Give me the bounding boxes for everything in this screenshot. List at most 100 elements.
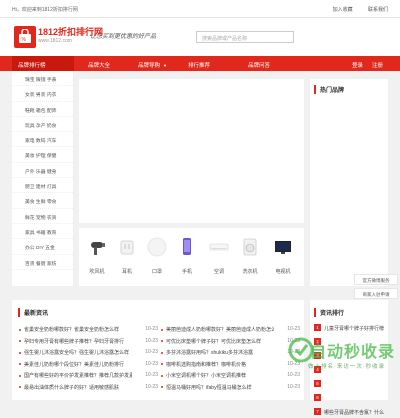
news-item[interactable]: 美丽芭迪成人奶粉哪款好？美丽芭迪成人奶粉怎么样 10-23 (160, 324, 300, 336)
product-label: 耳机 (121, 269, 132, 275)
news-item[interactable]: 孕妇专用牙膏有哪些牌子推荐？孕妇牙膏排行 10-23 (18, 336, 158, 348)
merchant-apply-button[interactable]: 商家入驻申请 (354, 288, 398, 299)
category-sidebar: 珠宝 眼镜 手表 女装 男装 内衣 鞋靴 箱包 配饰 玩具 孕产 奶食 家电 数码 汽车… (12, 71, 74, 286)
product-item[interactable]: 空调 (204, 228, 234, 286)
sidebar-category-item[interactable]: 鲜花 宠物 农资 (12, 209, 73, 224)
news-item-title[interactable]: 强生婴儿沐浴露安全吗？强生婴儿沐浴露怎么样 (24, 349, 132, 356)
news-item-date: 10-23 (145, 383, 158, 390)
news-item[interactable]: 雀巢安全奶粉哪款好？雀巢安全奶粉怎么样 10-23 (18, 324, 158, 336)
sidebar-category-item[interactable]: 家电 数码 汽车 (12, 132, 73, 148)
product-label: 电视机 (275, 269, 291, 275)
news-item[interactable]: 最易出油体质什么牌子的好？适用敏感肌肤 10-23 (18, 382, 158, 394)
air-conditioner-icon (209, 243, 229, 251)
rank-item[interactable]: 6 (310, 390, 388, 404)
nav-item-guide-label: 品牌导购 (138, 63, 161, 69)
product-item[interactable]: 手机 (172, 228, 202, 286)
sidebar-category-item[interactable]: 玩具 孕产 奶食 (12, 117, 73, 133)
news-item-title[interactable]: 咖啡机选购指南和推荐？咖啡机价格 (166, 361, 274, 368)
nav-category-button[interactable]: 品牌排行榜 (12, 56, 74, 71)
sidebar-category-item[interactable]: 家具 书籍 教育 (12, 224, 73, 240)
sidebar-category-item[interactable]: 珠宝 眼镜 手表 (12, 71, 73, 87)
news-item[interactable]: 小米空调机哪个好？小米空调机推荐 10-23 (160, 370, 300, 382)
sidebar-category-item[interactable]: 鞋靴 箱包 配饰 (12, 102, 73, 117)
login-link[interactable]: 登录 (352, 61, 363, 69)
chevron-down-icon: ▼ (163, 63, 167, 68)
sidebar-category-item[interactable]: 厨卫 建材 灯具 (12, 178, 73, 194)
rank-item[interactable]: 7 哪些牙膏品牌不含氟？什么 (310, 404, 388, 418)
news-item-title[interactable]: 小米空调机哪个好？小米空调机推荐 (166, 372, 274, 379)
register-link[interactable]: 注册 (372, 61, 383, 69)
rank-item-title[interactable]: 哪些牙膏品牌不含氟？什么 (324, 409, 384, 416)
product-label: 口罩 (151, 269, 162, 275)
washing-machine-icon (243, 238, 257, 256)
search-placeholder: 搜索品牌或产品名称 (202, 36, 248, 42)
news-item-date: 10-23 (145, 337, 158, 344)
product-label: 洗衣机 (242, 269, 258, 275)
news-item-title[interactable]: 美素佳儿奶粉哪个段位好？美素佳儿奶粉排行 (24, 361, 132, 368)
sidebar-category-item[interactable]: 美妆 护理 保健 (12, 147, 73, 163)
mask-icon (147, 237, 167, 257)
news-item[interactable]: 多芬沐浴露好用吗？shukiku多芬沐浴露 10-23 (160, 347, 300, 359)
nav-item-recommend[interactable]: 排行推荐 (188, 61, 210, 69)
product-item[interactable]: 电视机 (268, 228, 298, 286)
news-item-date: 10-23 (287, 383, 300, 390)
phone-icon (183, 238, 191, 255)
hair-dryer-icon (91, 242, 105, 255)
news-item[interactable]: 咖啡机选购指南和推荐？咖啡机价格 10-23 (160, 359, 300, 371)
news-item[interactable]: 国产有哪些好的平价护发素推荐？推荐几款护发素 10-23 (18, 370, 158, 382)
nav-category-label: 品牌排行榜 (18, 63, 46, 69)
news-item-title[interactable]: 雀巢安全奶粉哪款好？雀巢安全奶粉怎么样 (24, 326, 132, 333)
news-item-date: 10-23 (145, 349, 158, 355)
search-input[interactable]: 搜索品牌或产品名称 (196, 31, 294, 43)
news-item[interactable]: 恒温马桶好用吗？ifaby恒温马桶怎么样 10-23 (160, 382, 300, 394)
product-item[interactable]: 吹风机 (82, 228, 112, 286)
nav-item-qa[interactable]: 品牌问答 (248, 61, 270, 69)
product-label: 手机 (181, 269, 192, 275)
rank-number: 7 (314, 408, 321, 415)
top-links: 加入收藏 联系我们 (319, 6, 388, 13)
news-item-title[interactable]: 恒温马桶好用吗？ifaby恒温马桶怎么样 (166, 384, 274, 391)
sidebar-category-item[interactable]: 百货 餐厨 家纺 (12, 255, 73, 270)
news-item[interactable]: 强生婴儿沐浴露安全吗？强生婴儿沐浴露怎么样 10-23 (18, 347, 158, 359)
news-item-title[interactable]: 多芬沐浴露好用吗？shukiku多芬沐浴露 (166, 349, 274, 356)
product-label: 空调 (213, 269, 224, 275)
add-favorite-link[interactable]: 加入收藏 (333, 7, 353, 13)
sidebar-category-item[interactable]: 办公 DIY 五金 (12, 239, 73, 255)
welcome-text: Hi，欢迎来到1812折扣排行网 (12, 7, 78, 13)
contact-link[interactable]: 联系我们 (368, 7, 388, 13)
sidebar-category-item[interactable]: 户外 乐器 健身 (12, 163, 73, 179)
news-item-date: 10-23 (145, 372, 158, 378)
news-title: 最新资讯 (18, 308, 48, 317)
news-item[interactable]: 美素佳儿奶粉哪个段位好？美素佳儿奶粉排行 10-23 (18, 359, 158, 371)
news-item-title[interactable]: 美丽芭迪成人奶粉哪款好？美丽芭迪成人奶粉怎么样 (166, 326, 274, 333)
site-slogan: 让您买到更优惠的好产品 (90, 33, 157, 40)
news-item-date: 10-23 (145, 360, 158, 367)
product-strip: 吹风机 耳机 口罩 手机 空调 洗衣机 电视机 (79, 228, 304, 286)
rank-item[interactable]: 5 (310, 376, 388, 390)
news-item-title[interactable]: 可优比床垫哪个牌子好？可优比床垫怎么样 (166, 338, 274, 345)
nav-item-guide[interactable]: 品牌导购 ▼ (138, 61, 167, 69)
news-item[interactable]: 可优比床垫哪个牌子好？可优比床垫怎么样 10-23 (160, 336, 300, 348)
official-weibo-button[interactable]: 官方微博服务 (354, 274, 398, 285)
sidebar-category-item[interactable]: 美食 生鲜 零食 (12, 193, 73, 209)
product-item[interactable]: 洗衣机 (235, 228, 265, 286)
logo-icon[interactable]: % (14, 26, 36, 48)
watermark-subtext: 做上排名·来访一次·秒收录 (308, 364, 386, 370)
tv-icon (275, 241, 291, 254)
banner-area (79, 79, 304, 223)
rank-title: 资讯排行 (314, 308, 344, 317)
news-item-title[interactable]: 孕妇专用牙膏有哪些牌子推荐？孕妇牙膏排行 (24, 338, 132, 345)
site-url: www.1812.com (38, 38, 72, 44)
hot-brand-panel: 热门品牌 (310, 79, 388, 286)
news-item-title[interactable]: 最易出油体质什么牌子的好？适用敏感肌肤 (24, 384, 132, 391)
product-item[interactable]: 口罩 (142, 228, 172, 286)
sidebar-category-item[interactable]: 女装 男装 内衣 (12, 86, 73, 102)
watermark-text: 自动秒收录 (310, 344, 396, 361)
news-list-left: 雀巢安全奶粉哪款好？雀巢安全奶粉怎么样 10-23 孕妇专用牙膏有哪些牌子推荐？孕妇… (18, 324, 158, 393)
nav-item-brands[interactable]: 品牌大全 (88, 61, 110, 69)
rank-number: 5 (314, 380, 321, 387)
product-item[interactable]: 耳机 (112, 228, 142, 286)
news-item-title[interactable]: 国产有哪些好的平价护发素推荐？推荐几款护发素 (24, 372, 132, 379)
earphone-icon (120, 240, 134, 255)
hot-brand-title: 热门品牌 (314, 85, 344, 94)
